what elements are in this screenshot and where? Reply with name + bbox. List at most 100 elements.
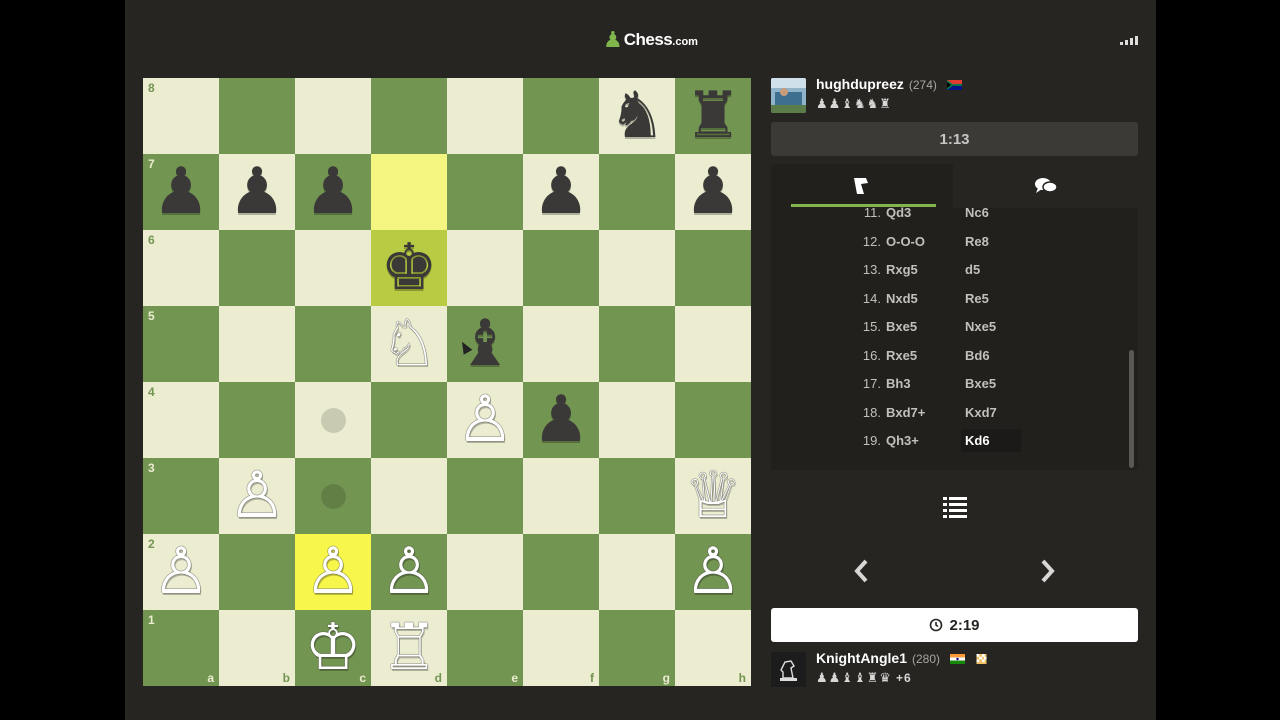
- square-d4[interactable]: [371, 382, 447, 458]
- square-f4[interactable]: ♟: [523, 382, 599, 458]
- white-queen[interactable]: ♕: [684, 458, 741, 534]
- white-rook[interactable]: ♖: [380, 610, 437, 686]
- square-b6[interactable]: [219, 230, 295, 306]
- square-a4[interactable]: 4: [143, 382, 219, 458]
- square-b7[interactable]: ♟: [219, 154, 295, 230]
- square-f1[interactable]: f: [523, 610, 599, 686]
- square-b3[interactable]: ♙: [219, 458, 295, 534]
- square-h2[interactable]: ♙: [675, 534, 751, 610]
- white-pawn[interactable]: ♙: [152, 534, 209, 610]
- white-pawn[interactable]: ♙: [684, 534, 741, 610]
- black-move[interactable]: d5: [965, 262, 980, 277]
- opponent-username[interactable]: hughdupreez: [816, 76, 904, 92]
- square-f5[interactable]: [523, 306, 599, 382]
- black-move[interactable]: Kxd7: [965, 405, 997, 420]
- square-c4[interactable]: [295, 382, 371, 458]
- square-a8[interactable]: 8: [143, 78, 219, 154]
- black-pawn[interactable]: ♟: [532, 382, 589, 458]
- square-h4[interactable]: [675, 382, 751, 458]
- square-a1[interactable]: 1a: [143, 610, 219, 686]
- square-g3[interactable]: [599, 458, 675, 534]
- black-move[interactable]: Nc6: [965, 205, 989, 220]
- current-move[interactable]: Kd6: [961, 429, 1021, 452]
- square-c5[interactable]: [295, 306, 371, 382]
- square-f7[interactable]: ♟: [523, 154, 599, 230]
- square-c1[interactable]: c ♔: [295, 610, 371, 686]
- square-e4[interactable]: ♙: [447, 382, 523, 458]
- square-b8[interactable]: [219, 78, 295, 154]
- player-avatar[interactable]: [771, 652, 806, 687]
- white-knight[interactable]: ♘: [380, 306, 437, 382]
- moves-scrollbar[interactable]: [1129, 350, 1134, 468]
- square-e1[interactable]: e: [447, 610, 523, 686]
- previous-move-button[interactable]: [771, 542, 951, 600]
- square-d6[interactable]: ♚: [371, 230, 447, 306]
- square-f2[interactable]: [523, 534, 599, 610]
- square-a6[interactable]: 6: [143, 230, 219, 306]
- white-move[interactable]: Rxe5: [886, 348, 917, 363]
- square-d5[interactable]: ♘: [371, 306, 447, 382]
- white-move[interactable]: Qh3+: [886, 433, 919, 448]
- square-h6[interactable]: [675, 230, 751, 306]
- square-e8[interactable]: [447, 78, 523, 154]
- square-c3[interactable]: [295, 458, 371, 534]
- square-f8[interactable]: [523, 78, 599, 154]
- move-hint-dot[interactable]: [320, 407, 346, 433]
- white-pawn[interactable]: ♙: [304, 534, 361, 610]
- square-h5[interactable]: [675, 306, 751, 382]
- square-e6[interactable]: [447, 230, 523, 306]
- square-a5[interactable]: 5: [143, 306, 219, 382]
- white-move[interactable]: O-O-O: [886, 234, 925, 249]
- square-d3[interactable]: [371, 458, 447, 534]
- square-d7[interactable]: [371, 154, 447, 230]
- square-g4[interactable]: [599, 382, 675, 458]
- square-d1[interactable]: d ♖: [371, 610, 447, 686]
- black-move[interactable]: Re5: [965, 291, 989, 306]
- black-move[interactable]: Bd6: [965, 348, 990, 363]
- black-rook[interactable]: ♜: [684, 78, 741, 154]
- black-pawn[interactable]: ♟: [228, 154, 285, 230]
- white-pawn[interactable]: ♙: [228, 458, 285, 534]
- black-move[interactable]: Nxe5: [965, 319, 996, 334]
- square-g6[interactable]: [599, 230, 675, 306]
- white-move[interactable]: Bxe5: [886, 319, 917, 334]
- square-d2[interactable]: ♙: [371, 534, 447, 610]
- player-username[interactable]: KnightAngle1: [816, 650, 907, 666]
- white-move[interactable]: Qd3: [886, 205, 911, 220]
- white-move[interactable]: Rxg5: [886, 262, 918, 277]
- white-king[interactable]: ♔: [304, 610, 361, 686]
- black-move[interactable]: Re8: [965, 234, 989, 249]
- black-pawn[interactable]: ♟: [532, 154, 589, 230]
- next-move-button[interactable]: [957, 542, 1138, 600]
- square-c7[interactable]: ♟: [295, 154, 371, 230]
- square-b1[interactable]: b: [219, 610, 295, 686]
- white-move[interactable]: Bh3: [886, 376, 911, 391]
- square-a3[interactable]: 3: [143, 458, 219, 534]
- square-g7[interactable]: [599, 154, 675, 230]
- square-c6[interactable]: [295, 230, 371, 306]
- square-b5[interactable]: [219, 306, 295, 382]
- black-knight[interactable]: ♞: [608, 78, 665, 154]
- square-c8[interactable]: [295, 78, 371, 154]
- square-h1[interactable]: h: [675, 610, 751, 686]
- square-f6[interactable]: [523, 230, 599, 306]
- square-h3[interactable]: ♕: [675, 458, 751, 534]
- square-d8[interactable]: [371, 78, 447, 154]
- white-pawn[interactable]: ♙: [456, 382, 513, 458]
- square-e7[interactable]: [447, 154, 523, 230]
- square-g2[interactable]: [599, 534, 675, 610]
- square-g5[interactable]: [599, 306, 675, 382]
- chess-com-logo[interactable]: ♟ Chess .com: [603, 28, 698, 52]
- chess-board[interactable]: 8 ♞ ♜ 7 ♟ ♟ ♟ ♟ ♟ 6 ♚ 5 ♘ ♝ 4 ♙ ♟ 3 ♙ ♕ 2 ♙ ♙ ♙ ♙ 1 a b c ♔ d ♖ e f g h: [143, 78, 751, 686]
- white-move[interactable]: Bxd7+: [886, 405, 925, 420]
- square-b2[interactable]: [219, 534, 295, 610]
- square-f3[interactable]: [523, 458, 599, 534]
- white-move[interactable]: Nxd5: [886, 291, 918, 306]
- square-a2[interactable]: 2 ♙: [143, 534, 219, 610]
- square-g1[interactable]: g: [599, 610, 675, 686]
- black-pawn[interactable]: ♟: [304, 154, 361, 230]
- black-move[interactable]: Bxe5: [965, 376, 996, 391]
- square-a7[interactable]: 7 ♟: [143, 154, 219, 230]
- square-g8[interactable]: ♞: [599, 78, 675, 154]
- move-hint-dot[interactable]: [320, 483, 346, 509]
